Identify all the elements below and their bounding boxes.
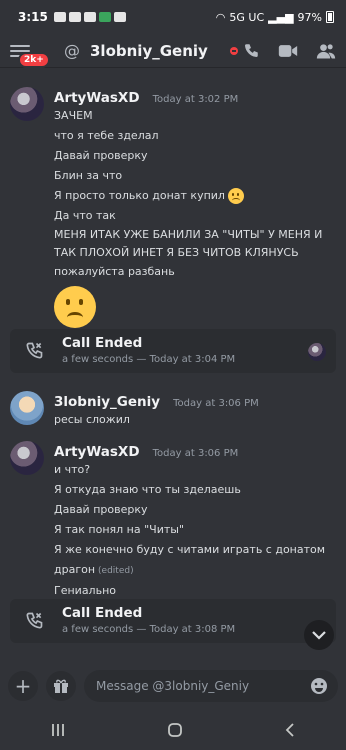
call-title: Call Ended — [62, 335, 143, 351]
back-icon[interactable] — [284, 722, 296, 738]
app-icon — [98, 12, 111, 22]
app-icon — [113, 12, 126, 22]
participant-avatar[interactable] — [308, 343, 326, 361]
author-name[interactable]: ArtyWasXD — [54, 444, 140, 460]
status-time: 3:15 — [18, 10, 48, 24]
message-feed[interactable]: ArtyWasXD Today at 3:02 PM ЗАЧЕМ что я т… — [0, 69, 346, 659]
message-line: ресы сложил — [54, 413, 130, 426]
avatar[interactable] — [10, 441, 44, 475]
jump-to-bottom-button[interactable] — [304, 620, 334, 650]
message: ArtyWasXD Today at 3:02 PM ЗАЧЕМ что я т… — [0, 87, 346, 328]
signal-icon: ◠ — [215, 10, 226, 24]
call-subtitle: a few seconds — Today at 3:08 PM — [62, 624, 236, 635]
recent-apps-icon[interactable] — [50, 723, 66, 737]
battery-icon — [326, 11, 334, 23]
cell-signal-icon: ▂▄▆ — [268, 10, 294, 24]
battery-percent: 97% — [297, 10, 322, 24]
message-text: Я просто только донат купил — [54, 189, 225, 202]
message-line: драгон (edited) — [54, 560, 346, 581]
message-line: МЕНЯ ИТАК УЖЕ БАНИЛИ ЗА "ЧИТЫ" У МЕНЯ И … — [54, 228, 323, 259]
message-input[interactable] — [84, 670, 338, 702]
message-line: Я же конечно буду с читами играть с дона… — [54, 543, 326, 556]
gift-icon — [54, 679, 68, 693]
edited-label: (edited) — [98, 566, 134, 576]
call-ended-card: Call Ended a few seconds — Today at 3:08… — [10, 599, 336, 643]
message-composer: + — [0, 666, 346, 706]
system-navigation-bar — [0, 710, 346, 750]
plus-icon: + — [14, 674, 32, 698]
timestamp: Today at 3:02 PM — [152, 94, 239, 105]
large-sad-face-emoji-icon — [54, 286, 96, 328]
message-line: Блин за что — [54, 169, 123, 182]
message-line: Гениально — [54, 584, 116, 597]
sad-face-emoji-icon — [227, 188, 244, 204]
at-icon: @ — [64, 41, 80, 60]
emoji-picker-icon[interactable] — [310, 677, 328, 695]
channel-header: 2k+ @ 3lobniy_Geniy — [0, 34, 346, 68]
phone-ended-icon — [26, 342, 43, 359]
message-line: пожалуйста разбань — [54, 265, 175, 278]
status-right: ◠ 5G UC ▂▄▆ 97% — [216, 11, 334, 24]
youtube-icon — [53, 12, 66, 22]
author-name[interactable]: ArtyWasXD — [54, 90, 140, 106]
video-call-icon[interactable] — [278, 42, 298, 60]
home-icon[interactable] — [167, 722, 183, 738]
message-line: Давай проверку — [54, 149, 148, 162]
message-line: и что? — [54, 463, 91, 476]
unread-badge: 2k+ — [18, 52, 50, 68]
call-title: Call Ended — [62, 605, 143, 621]
add-attachment-button[interactable]: + — [8, 671, 38, 701]
call-ended-card: Call Ended a few seconds — Today at 3:04… — [10, 329, 336, 373]
avatar[interactable] — [10, 87, 44, 121]
chevron-down-icon — [312, 631, 326, 640]
call-icon[interactable] — [242, 42, 260, 60]
avatar[interactable] — [10, 391, 44, 425]
message-line: Я так понял на "Читы" — [54, 523, 185, 536]
youtube-icon — [83, 12, 96, 22]
timestamp: Today at 3:06 PM — [173, 398, 259, 409]
notification-icons — [53, 12, 126, 22]
phone-ended-icon — [26, 612, 43, 629]
dnd-status-icon — [229, 46, 238, 55]
message-text: драгон — [54, 563, 96, 576]
message-line: Я просто только донат купил — [54, 186, 346, 206]
network-type: 5G UC — [229, 10, 265, 24]
status-bar: 3:15 ◠ 5G UC ▂▄▆ 97% — [0, 0, 346, 34]
message-line: ЗАЧЕМ — [54, 109, 93, 122]
message: 3lobniy_Geniy Today at 3:06 PM ресы слож… — [0, 391, 346, 430]
message-line: Я откуда знаю что ты зделаешь — [54, 483, 241, 496]
message-line: что я тебе зделал — [54, 129, 159, 142]
call-subtitle: a few seconds — Today at 3:04 PM — [62, 354, 236, 365]
message: ArtyWasXD Today at 3:06 PM и что? Я отку… — [0, 441, 346, 601]
message-line: Да что так — [54, 209, 116, 222]
message-line: Давай проверку — [54, 503, 148, 516]
youtube-icon — [68, 12, 81, 22]
timestamp: Today at 3:06 PM — [152, 448, 239, 459]
author-name[interactable]: 3lobniy_Geniy — [54, 394, 160, 410]
gift-button[interactable] — [46, 671, 76, 701]
channel-title[interactable]: 3lobniy_Geniy — [90, 42, 208, 60]
members-icon[interactable] — [316, 42, 336, 60]
